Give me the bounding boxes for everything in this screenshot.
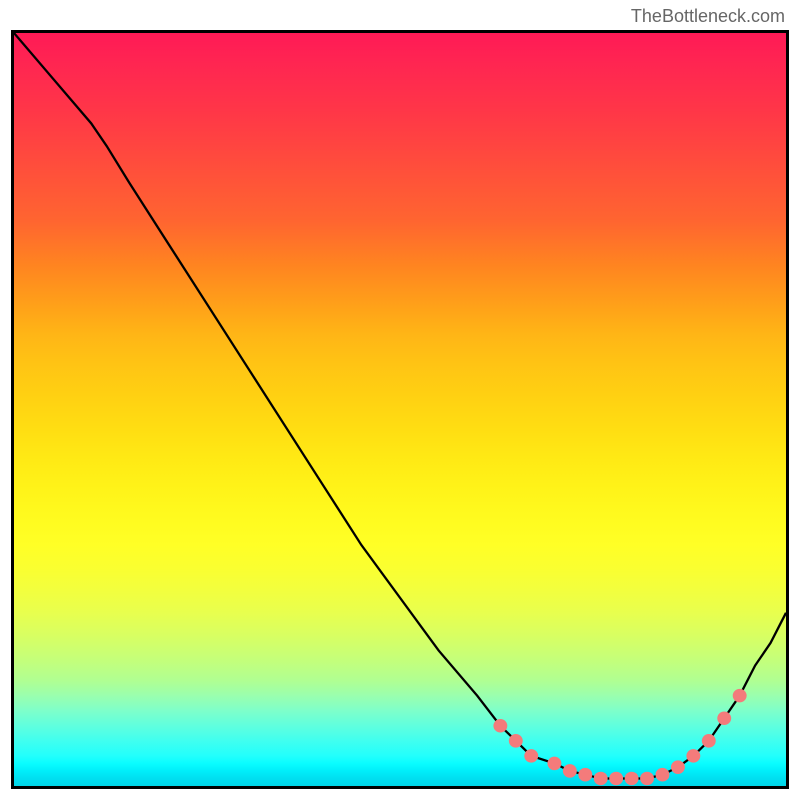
data-point — [493, 719, 507, 733]
dots-group — [493, 689, 746, 785]
data-point — [594, 772, 608, 786]
data-point — [686, 749, 700, 763]
data-point — [733, 689, 747, 703]
data-point — [702, 734, 716, 748]
data-point — [717, 711, 731, 725]
chart-container: TheBottleneck.com — [0, 0, 800, 800]
curve-line — [14, 33, 786, 778]
data-point — [625, 772, 639, 786]
watermark-text: TheBottleneck.com — [631, 6, 785, 27]
data-point — [509, 734, 523, 748]
data-point — [640, 772, 654, 786]
data-point — [609, 772, 623, 786]
data-point — [563, 764, 577, 778]
data-point — [547, 757, 561, 771]
chart-svg — [14, 33, 786, 786]
data-point — [671, 760, 685, 774]
plot-area — [11, 30, 789, 789]
data-point — [578, 768, 592, 782]
data-point — [656, 768, 670, 782]
data-point — [524, 749, 538, 763]
